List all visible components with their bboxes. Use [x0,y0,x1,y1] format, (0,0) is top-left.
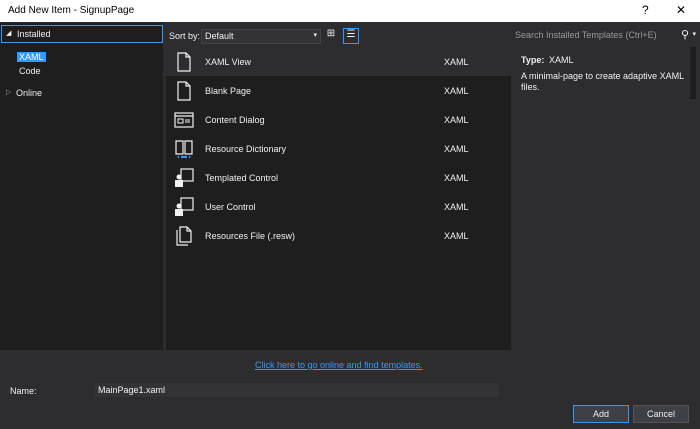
close-button[interactable]: ✕ [676,3,686,17]
resources-file-icon [176,226,192,246]
template-name: Resources File (.resw) [205,231,296,241]
tree-item-xaml-label: XAML [17,52,46,62]
template-name: Blank Page [205,86,252,96]
collapsed-arrow-icon[interactable]: ▷ [6,85,11,101]
tree-item-code-label: Code [19,66,41,76]
search-placeholder: Search Installed Templates (Ctrl+E) [515,30,657,40]
window-title: Add New Item - SignupPage [8,5,135,16]
template-type: XAML [444,231,469,241]
template-name: Templated Control [205,173,279,183]
search-box[interactable]: Search Installed Templates (Ctrl+E) ⚲ ▾ [513,26,697,44]
template-type: XAML [444,144,469,154]
template-type: XAML [444,115,469,125]
sort-value: Default [205,31,234,41]
blank-page-icon [177,81,191,101]
template-name: Content Dialog [205,115,265,125]
tree-item-online-label: Online [16,88,43,98]
user-control-icon [175,197,194,216]
grid-view-icon[interactable]: ⊞ [324,28,338,42]
name-label: Name: [10,386,37,396]
sort-dropdown[interactable]: Default ▾ [201,29,321,44]
template-type: XAML [444,173,469,183]
search-dropdown-icon[interactable]: ▾ [692,30,696,38]
list-item[interactable]: User Control XAML [166,192,511,221]
add-button[interactable]: Add [573,405,629,423]
list-item[interactable]: Blank Page XAML [166,76,511,105]
tree-item-installed[interactable]: ◢ Installed [1,25,163,43]
title-bar: Add New Item - SignupPage ? ✕ [0,0,700,22]
template-type: XAML [444,57,469,67]
template-type: XAML [444,86,469,96]
tree-item-installed-label: Installed [17,29,51,39]
cancel-button[interactable]: Cancel [633,405,689,423]
list-item[interactable]: Resource Dictionary XAML [166,134,511,163]
search-icon[interactable]: ⚲ [681,28,689,41]
list-item[interactable]: Content Dialog XAML [166,105,511,134]
template-description: A minimal-page to create adaptive XAML f… [521,71,684,92]
template-tree: ◢ Installed XAML Code ▷ Online [0,23,163,350]
sort-toolbar: Sort by: Default ▾ ⊞ ☰ [166,24,511,46]
template-name: Resource Dictionary [205,144,287,154]
name-field[interactable] [95,383,499,397]
list-view-icon[interactable]: ☰ [343,28,359,44]
expanded-arrow-icon[interactable]: ◢ [6,26,11,42]
list-item[interactable]: Resources File (.resw) XAML [166,221,511,250]
type-label: Type: [521,55,545,65]
xaml-view-icon [177,52,191,72]
template-details: Type: XAML A minimal-page to create adap… [513,47,696,107]
sort-by-label: Sort by: [169,31,201,41]
help-button[interactable]: ? [642,3,649,17]
tree-item-code[interactable]: Code [19,63,41,79]
template-list: XAML View XAML Blank Page XAML Content D… [166,47,511,350]
type-value: XAML [549,55,574,65]
template-name: User Control [205,202,256,212]
list-item[interactable]: Templated Control XAML [166,163,511,192]
list-item[interactable]: XAML View XAML [166,47,511,76]
online-templates-link[interactable]: Click here to go online and find templat… [255,360,423,370]
templated-control-icon [175,168,194,187]
details-scrollbar[interactable] [690,47,696,99]
template-name: XAML View [205,57,252,67]
resource-dictionary-icon [175,140,193,159]
chevron-down-icon: ▾ [313,32,317,39]
content-dialog-icon [174,112,194,128]
template-type: XAML [444,202,469,212]
